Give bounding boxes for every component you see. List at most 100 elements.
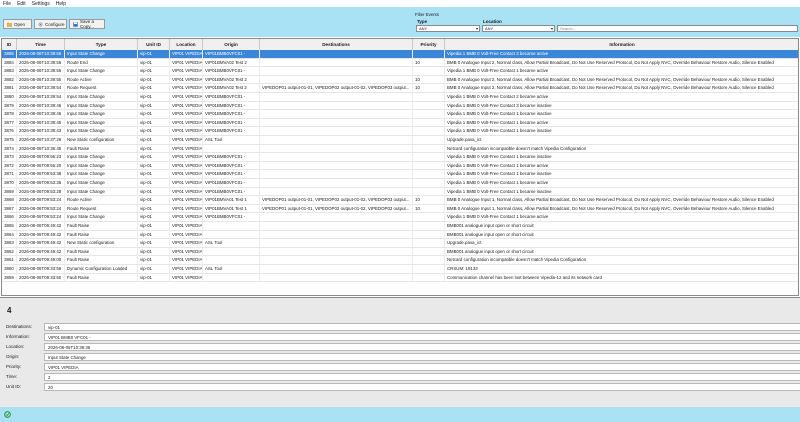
table-row[interactable]: 3866 2026-08-06T09:53:24 Input State Chang…	[2, 213, 798, 222]
table-row[interactable]: 3874 2026-08-06T10:36:45 Fault Raise vip-01…	[2, 144, 798, 154]
menu-help[interactable]: Help	[56, 1, 66, 7]
cell-unit-id: vip-01	[138, 144, 170, 153]
cell-location: VIP01 VIPEDIA	[172, 84, 203, 93]
table-row[interactable]: 3871 2026-08-06T09:53:38 Input State Chang…	[2, 170, 798, 179]
cell-unit-id: vip-01	[138, 136, 170, 144]
column-header-unit-id[interactable]: Unit ID	[138, 39, 170, 50]
column-header-location[interactable]: Location	[170, 39, 203, 50]
table-row[interactable]: 3879 2026-08-06T10:39:46 Input State Chang…	[2, 101, 798, 111]
table-row[interactable]: 3880 2026-08-06T10:39:54 Input State Chang…	[2, 93, 798, 102]
folder-icon	[6, 22, 13, 27]
table-row[interactable]: 3878 2026-08-06T10:39:46 Input State Chang…	[2, 110, 798, 119]
detail-value-field[interactable]: 2026-08-06T10:39:36	[44, 343, 800, 351]
cell-origin: VIP01BMB0VFC01 -	[203, 179, 260, 187]
cell-priority	[413, 179, 445, 187]
cell-id: 3874	[2, 144, 17, 153]
cell-origin: VIP01BMVA02 Test 2	[203, 84, 260, 93]
menu-file[interactable]: File	[3, 1, 11, 7]
detail-value-field[interactable]: vip-01	[44, 323, 800, 331]
save-copy-button[interactable]: Save a Copy...	[69, 19, 105, 29]
table-row[interactable]: 3867 2026-08-06T09:53:24 Route Request vip-…	[2, 204, 798, 214]
table-row[interactable]: 3873 2026-08-06T09:56:23 Input State Chang…	[2, 153, 798, 162]
menu-edit[interactable]: Edit	[17, 1, 26, 7]
table-row[interactable]: 3876 2026-08-06T10:39:43 Input State Chang…	[2, 127, 798, 136]
cell-destinations	[260, 256, 413, 265]
detail-value-field[interactable]: VIP01 BMB0 VFC01 -	[44, 333, 800, 341]
type-select[interactable]: ANY ▾	[416, 25, 480, 32]
column-header-information[interactable]: Information	[445, 39, 798, 50]
table-row[interactable]: 3863 2026-08-06T09:49:42 New Static config…	[2, 239, 798, 248]
cell-time: 2026-08-06T09:56:20	[17, 161, 65, 170]
cell-id: 3873	[2, 153, 17, 162]
cell-unit-id: vip-01	[138, 265, 170, 273]
table-row[interactable]: 3860 2026-08-06T09:33:56 Dynamic Configura…	[2, 265, 798, 274]
column-header-time[interactable]: Time	[17, 39, 65, 50]
cell-location: VIP01 VIPEDIA	[172, 213, 203, 222]
open-button-label: Open	[14, 21, 26, 27]
cell-priority	[413, 50, 445, 58]
location-select[interactable]: ANY ▾	[482, 25, 555, 32]
table-row[interactable]: 3862 2026-08-06T09:49:42 Fault Raise vip-01…	[2, 247, 798, 257]
detail-value-field[interactable]: 2	[44, 373, 800, 381]
cell-location: VIP01 VIPEDIA	[172, 273, 203, 282]
cell-unit-id: vip-01	[138, 239, 170, 248]
table-row[interactable]: 3861 2026-08-06T09:49:00 Fault Raise vip-01…	[2, 256, 798, 265]
cell-destinations	[260, 136, 413, 144]
cell-priority	[413, 256, 445, 265]
cell-unit-id: vip-01	[138, 67, 170, 76]
detail-value-field[interactable]: 20	[44, 383, 800, 391]
detail-value-field[interactable]: Input State Change	[44, 353, 800, 361]
table-row[interactable]: 3872 2026-08-06T09:56:20 Input State Chang…	[2, 161, 798, 171]
cell-unit-id: vip-01	[138, 196, 170, 205]
cell-id: 3859	[2, 273, 17, 282]
cell-id: 3867	[2, 204, 17, 213]
configure-button[interactable]: Configure	[34, 19, 67, 29]
events-table[interactable]: ID Time Type Unit ID Location Origin Destinati…	[1, 38, 799, 296]
table-row[interactable]: 3865 2026-08-06T09:49:42 Fault Raise vip-01…	[2, 222, 798, 231]
search-input[interactable]: Search...	[557, 25, 798, 32]
cell-time: 2026-08-06T09:56:23	[17, 153, 65, 162]
detail-value-field[interactable]: VIP01 VIPEDIA	[44, 363, 800, 371]
cell-id: 3871	[2, 170, 17, 179]
detail-label: Unit ID:	[6, 384, 22, 389]
column-header-type[interactable]: Type	[65, 39, 138, 50]
column-header-origin[interactable]: Origin	[203, 39, 260, 50]
detail-field: Time: 2	[6, 373, 800, 382]
cell-unit-id: vip-01	[138, 273, 170, 282]
cell-location: VIP01 VIPEDIA	[172, 230, 203, 239]
cell-priority: 10	[413, 204, 445, 213]
cell-destinations	[260, 118, 413, 127]
detail-field: Destinations: vip-01	[6, 323, 800, 332]
table-row[interactable]: 3869 2026-08-06T09:53:28 Input State Chang…	[2, 187, 798, 197]
table-row[interactable]: 3883 2026-08-06T10:39:55 Input State Chang…	[2, 67, 798, 76]
table-row[interactable]: 3882 2026-08-06T10:39:55 Route Active vip-0…	[2, 75, 798, 85]
column-header-id[interactable]: ID	[2, 39, 17, 50]
cell-type: Fault Raise	[65, 256, 138, 265]
table-row[interactable]: 3884 2026-08-06T10:39:56 Route End vip-01 VI…	[2, 58, 798, 68]
menu-settings[interactable]: Settings	[32, 1, 50, 7]
cell-destinations	[260, 144, 413, 153]
cell-id: 3865	[2, 222, 17, 230]
cell-priority	[413, 153, 445, 162]
table-row[interactable]: 3864 2026-08-06T09:49:42 Fault Raise vip-01…	[2, 230, 798, 240]
cell-origin: VIP01BMVA01 Test 1	[203, 196, 260, 205]
open-button[interactable]: Open	[3, 19, 32, 29]
column-header-priority[interactable]: Priority	[413, 39, 445, 50]
cell-unit-id: vip-01	[138, 84, 170, 93]
cell-priority	[413, 213, 445, 222]
cell-priority	[413, 144, 445, 153]
cell-time: 2026-08-06T09:33:56	[17, 265, 65, 273]
cell-information: Vipedia 1 BMB 0 Volt-Free Contact 1 beca…	[445, 110, 798, 118]
table-row[interactable]: 3877 2026-08-06T10:39:45 Input State Chang…	[2, 118, 798, 128]
cell-location: VIP01 VIPEDIA	[172, 265, 203, 273]
table-row[interactable]: 3881 2026-08-06T10:39:54 Route Request vip-…	[2, 84, 798, 93]
table-row[interactable]: 3885 2026-08-06T10:39:56 Input State Chang…	[2, 50, 798, 59]
column-header-destinations[interactable]: Destinations	[260, 39, 413, 50]
table-row[interactable]: 3859 2026-08-06T09:33:50 Fault Raise vip-01…	[2, 273, 798, 283]
status-bar	[0, 407, 800, 422]
table-row[interactable]: 3875 2026-08-06T10:37:26 New Static config…	[2, 136, 798, 145]
cell-information: Netcard configuration incompatible doesn…	[445, 256, 798, 264]
detail-label: Destinations:	[6, 324, 33, 329]
table-row[interactable]: 3868 2026-08-06T09:53:24 Route Active vip-0…	[2, 196, 798, 205]
table-row[interactable]: 3870 2026-08-06T09:53:35 Input State Chang…	[2, 179, 798, 188]
